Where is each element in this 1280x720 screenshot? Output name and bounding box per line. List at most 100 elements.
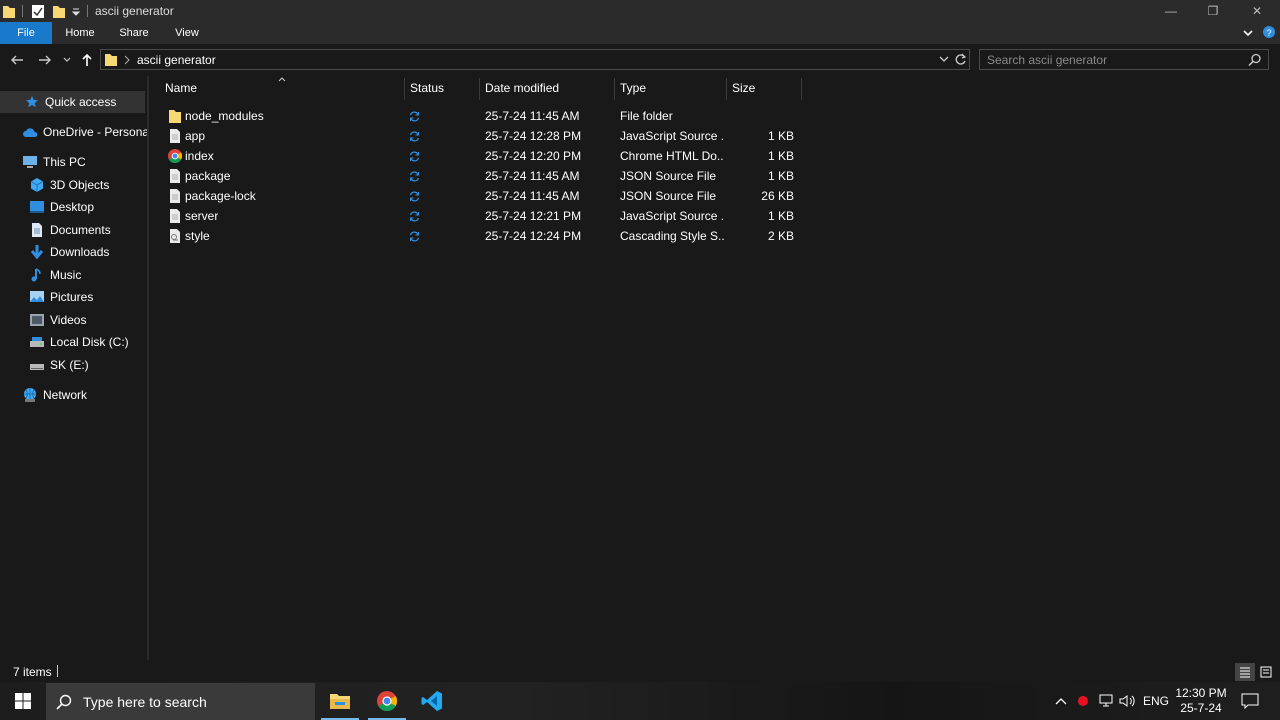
minimize-button[interactable]: —	[1148, 0, 1194, 22]
arrow-right-icon	[39, 55, 51, 65]
sidebar-item-network[interactable]: Network	[0, 384, 87, 406]
cube-icon	[29, 177, 45, 193]
file-date: 25-7-24 12:28 PM	[485, 129, 582, 143]
tray-record-indicator[interactable]	[1074, 682, 1092, 720]
sidebar-item-music[interactable]: Music	[0, 264, 81, 286]
tab-view[interactable]: View	[163, 22, 211, 44]
sidebar-item-3d-objects[interactable]: 3D Objects	[0, 174, 109, 196]
tray-network[interactable]	[1096, 682, 1116, 720]
chevron-up-icon	[1055, 698, 1067, 705]
help-icon[interactable]: ?	[1262, 25, 1276, 39]
taskbar-search-input[interactable]: Type here to search	[46, 683, 315, 720]
pictures-icon	[29, 289, 45, 305]
file-type: JavaScript Source ...	[620, 129, 724, 143]
restore-button[interactable]: ❐	[1190, 0, 1236, 22]
navigation-pane: Quick access OneDrive - Personal This PC…	[0, 86, 152, 660]
file-row[interactable]: app 25-7-24 12:28 PM JavaScript Source .…	[149, 126, 1280, 146]
taskbar-chrome[interactable]	[364, 682, 410, 720]
column-header-name[interactable]: Name	[165, 76, 197, 100]
address-history-icon[interactable]	[938, 55, 950, 65]
file-row[interactable]: server 25-7-24 12:21 PM JavaScript Sourc…	[149, 206, 1280, 226]
search-icon[interactable]	[1248, 53, 1262, 67]
large-icons-view-icon	[1260, 666, 1272, 678]
column-divider[interactable]	[801, 78, 802, 100]
column-header-status[interactable]: Status	[410, 76, 444, 100]
file-date: 25-7-24 11:45 AM	[485, 169, 580, 183]
action-center-button[interactable]	[1236, 682, 1264, 720]
taskbar-vscode[interactable]	[409, 682, 455, 720]
properties-icon[interactable]	[31, 3, 45, 19]
customize-qat-icon[interactable]	[71, 3, 81, 19]
sidebar-item-local-disk[interactable]: Local Disk (C:)	[0, 331, 129, 353]
column-divider[interactable]	[479, 78, 480, 100]
sidebar-item-quick-access[interactable]: Quick access	[0, 91, 145, 113]
details-view-button[interactable]	[1235, 663, 1255, 681]
item-count: 7 items	[13, 665, 52, 679]
status-separator	[57, 665, 58, 677]
sidebar-item-onedrive[interactable]: OneDrive - Personal	[0, 121, 152, 143]
sidebar-item-pictures[interactable]: Pictures	[0, 286, 93, 308]
large-icons-view-button[interactable]	[1257, 663, 1275, 681]
tab-share[interactable]: Share	[110, 22, 158, 44]
taskbar: Type here to search ENG 12:30 PM 25-7-24	[0, 682, 1280, 720]
new-folder-icon[interactable]	[52, 3, 66, 19]
column-header-date-modified[interactable]: Date modified	[485, 76, 559, 100]
back-button[interactable]	[7, 50, 27, 70]
column-header-type[interactable]: Type	[620, 76, 646, 100]
recent-locations-button[interactable]	[60, 50, 74, 70]
column-divider[interactable]	[614, 78, 615, 100]
file-icon	[170, 209, 180, 223]
notification-icon	[1241, 693, 1259, 709]
refresh-icon[interactable]	[954, 53, 967, 67]
column-divider[interactable]	[726, 78, 727, 100]
file-row[interactable]: package 25-7-24 11:45 AM JSON Source Fil…	[149, 166, 1280, 186]
ribbon-tabs: File Home Share View ?	[0, 22, 1280, 44]
file-explorer-icon	[330, 694, 350, 709]
file-name: style	[185, 229, 210, 243]
show-hidden-icons-button[interactable]	[1052, 682, 1070, 720]
sidebar-item-documents[interactable]: Documents	[0, 219, 111, 241]
file-row[interactable]: style 25-7-24 12:24 PM Cascading Style S…	[149, 226, 1280, 246]
file-date: 25-7-24 12:21 PM	[485, 209, 582, 223]
chrome-icon	[168, 149, 183, 164]
file-name: app	[185, 129, 206, 143]
file-row[interactable]: node_modules 25-7-24 11:45 AM File folde…	[149, 106, 1280, 126]
start-button[interactable]	[0, 682, 46, 720]
file-size: 1 KB	[767, 149, 794, 163]
tray-volume[interactable]	[1118, 682, 1138, 720]
search-input[interactable]: Search ascii generator	[979, 49, 1269, 70]
tray-clock[interactable]: 12:30 PM 25-7-24	[1174, 682, 1228, 720]
column-divider[interactable]	[404, 78, 405, 100]
expand-ribbon-icon[interactable]	[1242, 27, 1254, 39]
forward-button[interactable]	[35, 50, 55, 70]
sync-icon	[409, 191, 420, 202]
taskbar-file-explorer[interactable]	[317, 682, 363, 720]
tab-home[interactable]: Home	[56, 22, 104, 44]
sidebar-item-sk-drive[interactable]: SK (E:)	[0, 354, 89, 376]
tray-language[interactable]: ENG	[1141, 682, 1171, 720]
file-row[interactable]: index 25-7-24 12:20 PM Chrome HTML Do...…	[149, 146, 1280, 166]
folder-icon	[169, 110, 181, 123]
file-type: JSON Source File	[620, 169, 717, 183]
file-size: 1 KB	[767, 209, 794, 223]
sidebar-item-label: OneDrive - Personal	[43, 125, 152, 139]
star-icon	[24, 94, 40, 110]
close-button[interactable]: ✕	[1234, 0, 1280, 22]
file-date: 25-7-24 12:20 PM	[485, 149, 582, 163]
sidebar-item-label: Downloads	[50, 245, 110, 259]
column-header-size[interactable]: Size	[732, 76, 755, 100]
sidebar-item-desktop[interactable]: Desktop	[0, 196, 94, 218]
sidebar-item-this-pc[interactable]: This PC	[0, 151, 86, 173]
sidebar-item-downloads[interactable]: Downloads	[0, 241, 109, 263]
file-row[interactable]: package-lock 25-7-24 11:45 AM JSON Sourc…	[149, 186, 1280, 206]
up-button[interactable]	[77, 50, 97, 70]
tab-file[interactable]: File	[0, 22, 52, 44]
sidebar-item-videos[interactable]: Videos	[0, 309, 86, 331]
address-path[interactable]: ascii generator	[137, 53, 216, 67]
address-bar[interactable]: ascii generator	[100, 49, 970, 70]
downloads-icon	[29, 244, 45, 260]
chevron-right-icon[interactable]	[123, 55, 131, 65]
volume-icon	[1119, 695, 1135, 707]
css-file-icon	[170, 229, 180, 243]
sidebar-item-label: Local Disk (C:)	[50, 335, 129, 349]
